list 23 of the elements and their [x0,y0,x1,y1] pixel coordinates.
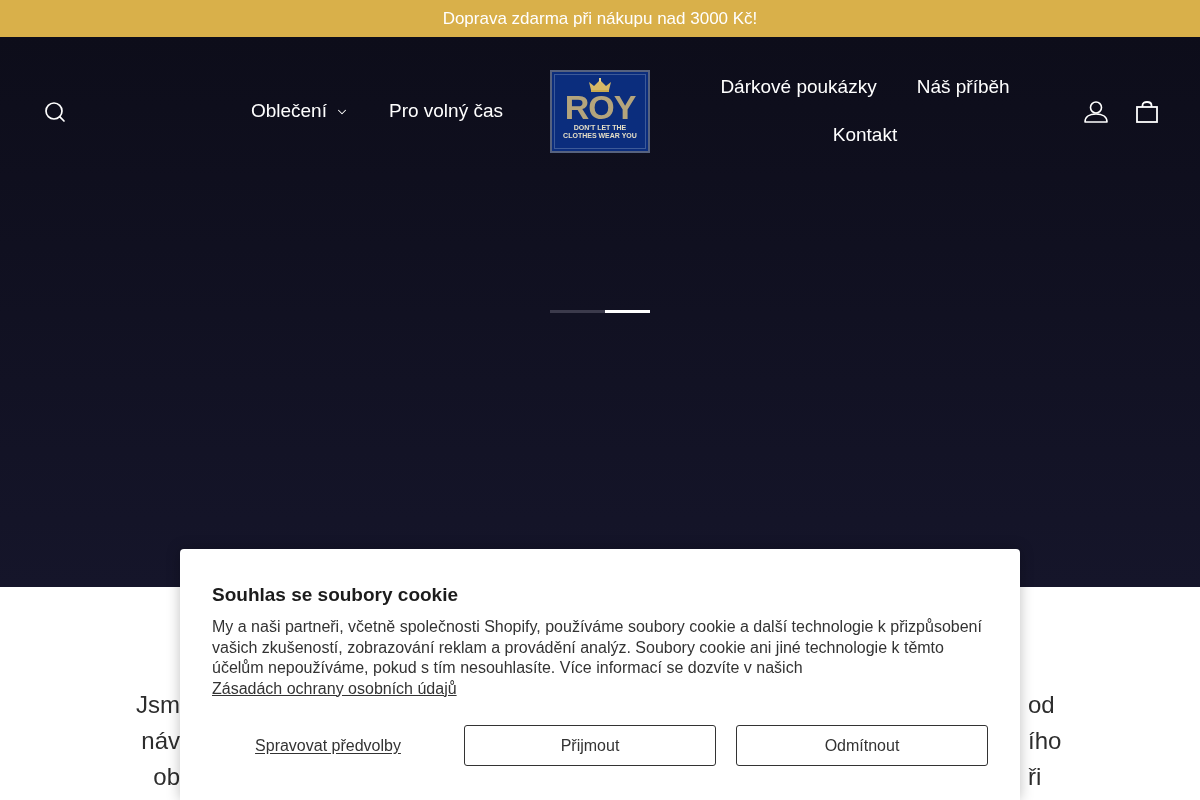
intro-text-fragment: od [1028,690,1055,720]
announcement-text: Doprava zdarma při nákupu nad 3000 Kč! [442,7,758,30]
intro-text-fragment: Jsm [136,690,180,720]
search-icon[interactable] [43,99,67,124]
nav-link[interactable]: Kontakt [812,111,918,160]
consent-button[interactable]: Přijmout [464,725,716,766]
nav-link[interactable]: Dárkové poukázky [700,63,897,112]
intro-text-fragment: ího [1028,726,1062,756]
consent-button[interactable]: Odmítnout [736,725,988,766]
shopping-bag-icon[interactable] [1136,100,1158,123]
account-icon[interactable] [1084,100,1108,123]
nav-link[interactable]: Pro volný čas [368,97,523,126]
preferences-link[interactable]: Spravovat předvolby [212,725,444,766]
nav-link[interactable]: Oblečení [230,97,369,126]
intro-text-fragment: ob [153,762,180,792]
intro-text-fragment: ři [1028,762,1042,792]
privacy-policy-link[interactable]: Zásadách ochrany osobních údajů [212,679,457,697]
logo-wordmark: ROY [564,92,636,122]
intro-text-fragment: náv [141,726,180,756]
crown-icon [588,78,612,92]
cookie-dialog-title: Souhlas se soubory cookie [212,583,460,607]
cookie-consent-text: My a naši partneři, včetně společnosti Shopify, používáme soubory cookie a další technologie k přizpůsobení vašich zkušeností, zobrazování reklam a provádění analýz. Soubory cookie ani jiné technologie k těmto účelům nepoužíváme, pokud s tím nesouhlasíte. Více informací se dozvíte v našich Zásadách ochrany osobních údajů [212,617,983,699]
nav-link[interactable]: Náš příběh [896,63,1030,112]
